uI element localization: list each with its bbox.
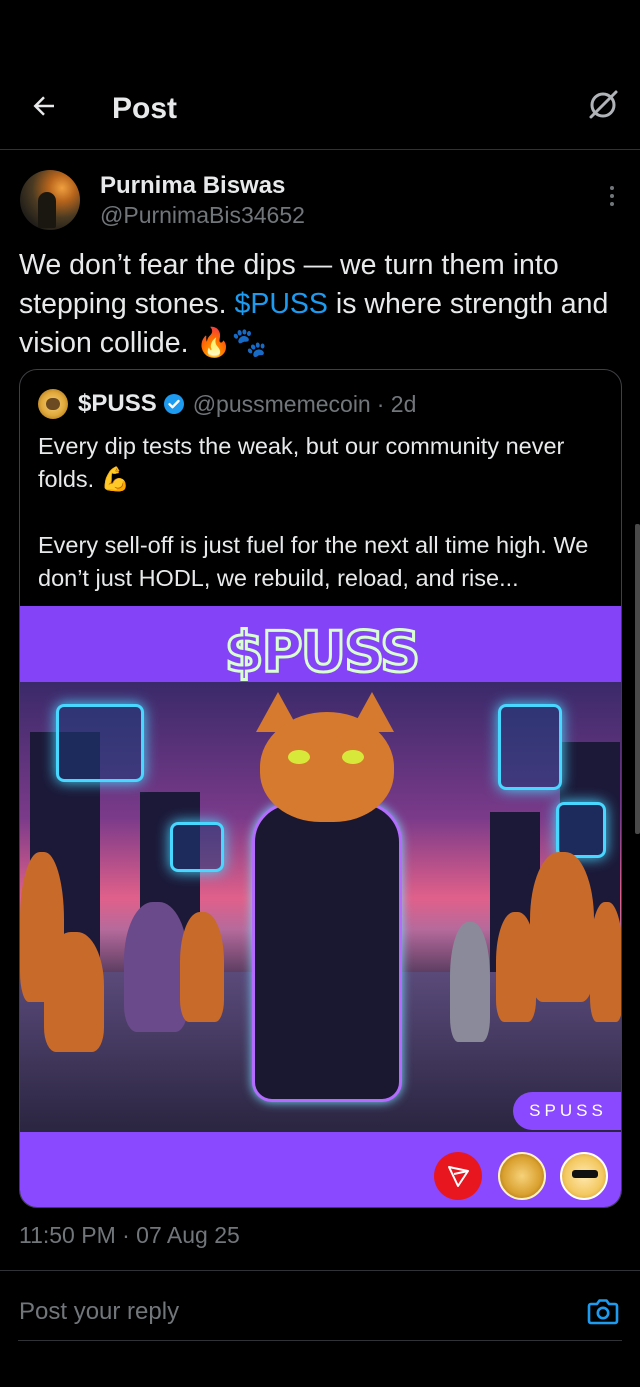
more-icon xyxy=(610,186,614,190)
media-banner: $PUSS xyxy=(20,606,621,687)
quote-text: Every dip tests the weak, but our commun… xyxy=(38,433,589,591)
cashtag-link[interactable]: $PUSS xyxy=(234,288,327,320)
neon-sign xyxy=(498,704,562,790)
top-bar: Post xyxy=(0,0,640,150)
hero-cat xyxy=(252,802,402,1102)
media-banner-title: $PUSS xyxy=(223,619,422,687)
camera-icon xyxy=(587,1299,619,1325)
back-button[interactable] xyxy=(26,88,62,124)
divider xyxy=(18,1340,622,1341)
quote-media-image[interactable]: $PUSS SPUSS xyxy=(20,606,621,1207)
arrow-left-icon xyxy=(33,96,54,116)
tron-logo-icon xyxy=(434,1152,482,1200)
post-author: Purnima Biswas @PurnimaBis34652 xyxy=(18,168,622,232)
quote-author-name: $PUSS xyxy=(78,390,157,417)
camera-button[interactable] xyxy=(586,1294,620,1328)
grok-icon xyxy=(589,90,618,119)
media-badge: SPUSS xyxy=(513,1092,621,1130)
hero-cat-head xyxy=(260,712,394,822)
verified-badge-icon xyxy=(163,394,184,414)
sun-coin-icon xyxy=(560,1152,608,1200)
author-name[interactable]: Purnima Biswas xyxy=(100,172,285,200)
post-timestamp: 11:50 PM · 07 Aug 25 xyxy=(19,1222,240,1248)
more-options-button[interactable] xyxy=(602,182,622,210)
quote-avatar xyxy=(38,389,68,419)
quote-author-handle: @pussmemecoin xyxy=(192,390,371,417)
scrollbar[interactable] xyxy=(635,524,640,834)
media-scene xyxy=(20,682,621,1132)
quoted-post[interactable]: $PUSS @pussmemecoin · 2d Every dip tests… xyxy=(19,369,622,1208)
neon-sign xyxy=(170,822,224,872)
grok-button[interactable] xyxy=(584,86,622,124)
neon-sign xyxy=(556,802,606,858)
puss-coin-icon xyxy=(498,1152,546,1200)
divider xyxy=(0,1270,640,1271)
author-avatar[interactable] xyxy=(20,170,80,230)
author-handle[interactable]: @PurnimaBis34652 xyxy=(100,202,305,229)
page-title: Post xyxy=(112,92,178,125)
quote-header: $PUSS @pussmemecoin · 2d xyxy=(38,388,416,420)
quote-time: · 2d xyxy=(376,390,417,417)
neon-sign xyxy=(56,704,144,782)
post-text: We don’t fear the dips — we turn them in… xyxy=(19,246,623,363)
reply-input[interactable] xyxy=(19,1296,559,1328)
